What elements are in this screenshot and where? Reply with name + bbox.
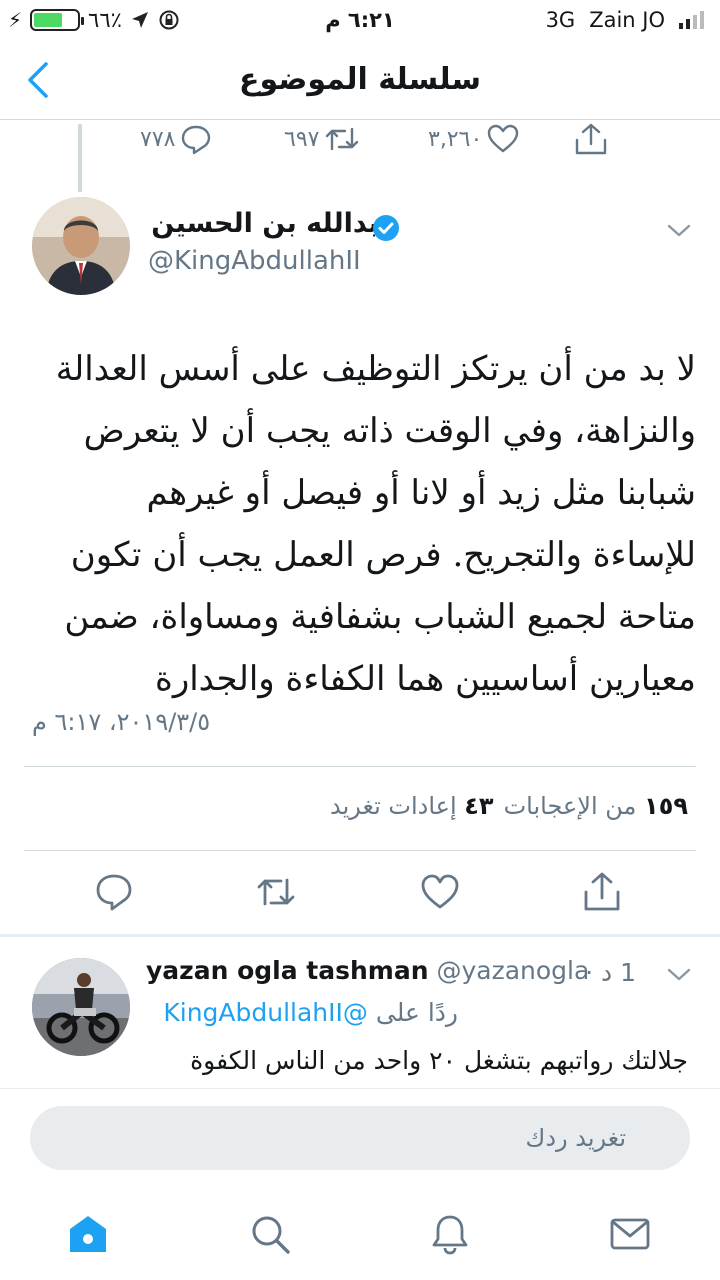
retweets-label: إعادات تغريد [329, 792, 457, 820]
notifications-icon[interactable] [428, 1212, 472, 1256]
tweet-text: لا بد من أن يرتكز التوظيف على أسس العدال… [55, 349, 696, 699]
search-icon[interactable] [248, 1212, 292, 1256]
reply-author-handle[interactable]: @yazanogla [436, 956, 589, 985]
nav-bar: سلسلة الموضوع [0, 48, 720, 120]
reply-avatar-photo [32, 958, 130, 1056]
tweet-action-bar [0, 870, 720, 918]
reply-icon[interactable] [92, 870, 136, 914]
likes-label: من الإعجابات [503, 792, 637, 820]
carrier-name: Zain JO [589, 8, 665, 32]
retweets-stat[interactable]: ٤٣ إعادات تغريد [330, 792, 494, 820]
avatar-photo [32, 197, 130, 295]
replying-to: ردًا على @KingAbdullahII [163, 998, 458, 1027]
status-bar: ⚡ ٦٦٪ ٦:٢١ م 3G Zain JO [0, 0, 720, 40]
parent-retweet-count: ٦٩٧ [284, 126, 320, 152]
network-type: 3G [545, 8, 576, 32]
status-right: 3G Zain JO [546, 8, 704, 32]
retweet-icon [326, 127, 359, 151]
parent-reply-action[interactable]: ٧٧٨ [140, 122, 213, 156]
retweets-count: ٤٣ [464, 792, 494, 820]
share-icon[interactable] [580, 870, 624, 914]
author-handle[interactable]: @KingAbdullahII [148, 246, 361, 276]
verified-icon [373, 215, 399, 241]
chevron-down-icon[interactable] [664, 218, 694, 242]
share-icon[interactable] [572, 122, 610, 158]
signal-icon [679, 11, 704, 29]
divider [24, 766, 696, 767]
reply-icon [182, 125, 211, 155]
likes-stat[interactable]: ١٥٩ من الإعجابات [504, 792, 688, 820]
parent-like-count: ٣,٢٦٠ [428, 126, 483, 152]
reply-avatar[interactable] [32, 958, 130, 1056]
compose-placeholder: تغريد ردك [525, 1124, 626, 1152]
like-icon [488, 124, 519, 153]
author-name[interactable]: عبدالله بن الحسين [151, 208, 398, 239]
like-icon[interactable] [418, 870, 462, 914]
parent-tweet-actions: ٧٧٨ ٦٩٧ ٣,٢٦٠ [0, 122, 720, 160]
replying-mention[interactable]: @KingAbdullahII [163, 998, 368, 1027]
replying-prefix: ردًا على [375, 998, 458, 1027]
retweet-icon[interactable] [254, 870, 298, 914]
tweet-timestamp: ٢٠١٩/٣/٥، ٦:١٧ م [32, 708, 211, 736]
home-icon[interactable] [66, 1212, 110, 1256]
chevron-down-icon[interactable] [664, 962, 694, 986]
divider [24, 850, 696, 851]
reply-compose-field[interactable]: تغريد ردك [30, 1106, 690, 1170]
reply-author-name[interactable]: yazan ogla tashman [146, 956, 429, 985]
reply-text: جلالتك رواتبهم بتشغل ٢٠ واحد من الناس ال… [190, 1046, 688, 1075]
avatar[interactable] [32, 197, 130, 295]
reply-header: yazan ogla tashman @yazanogla [146, 956, 646, 985]
messages-icon[interactable] [608, 1212, 652, 1256]
section-separator [0, 934, 720, 937]
page-title: سلسلة الموضوع [239, 62, 481, 97]
likes-count: ١٥٩ [644, 792, 688, 820]
parent-retweet-action[interactable]: ٦٩٧ [284, 122, 361, 156]
tweet-stats: ١٥٩ من الإعجابات ٤٣ إعادات تغريد [330, 792, 688, 820]
parent-like-action[interactable]: ٣,٢٦٠ [428, 122, 520, 156]
reply-time: 1 د · [585, 958, 636, 987]
parent-reply-count: ٧٧٨ [140, 126, 176, 152]
